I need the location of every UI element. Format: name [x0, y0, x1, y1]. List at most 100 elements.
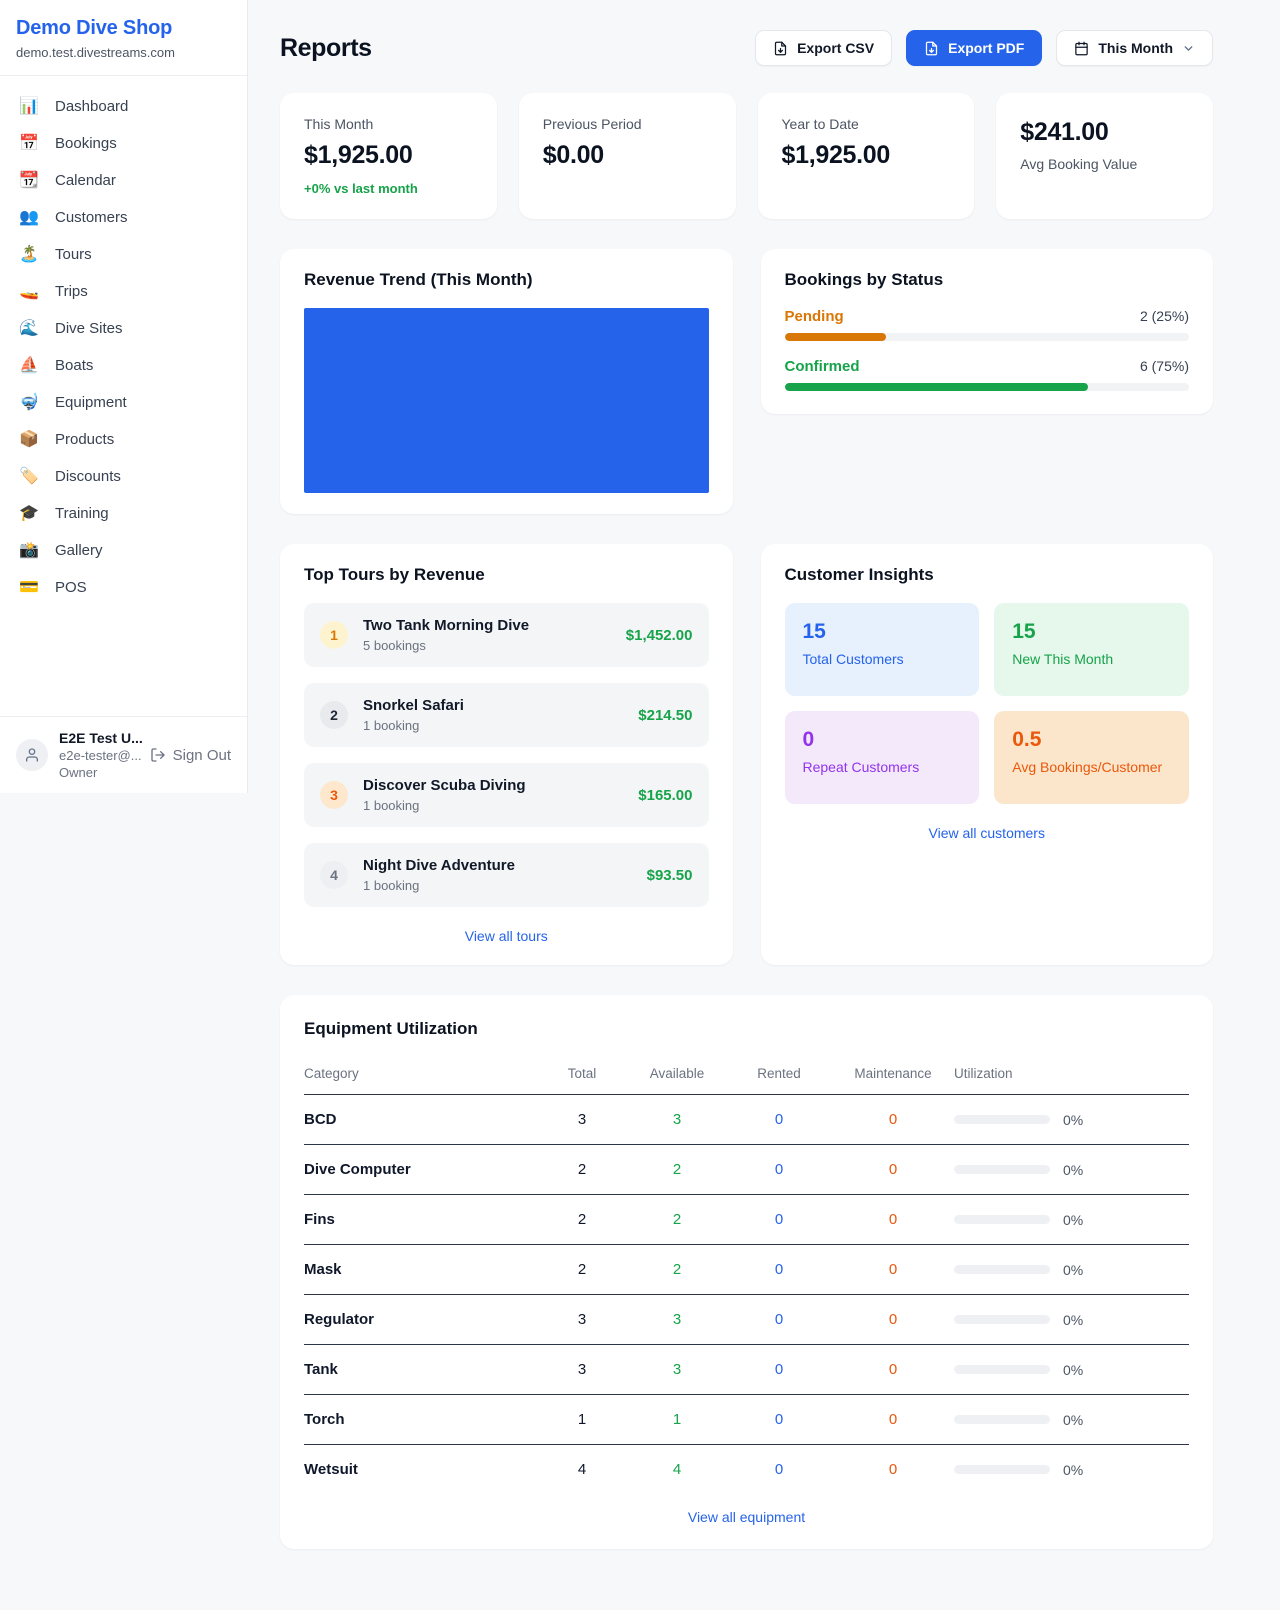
cell-category: Wetsuit	[304, 1445, 536, 1489]
cell-available: 3	[628, 1095, 726, 1145]
table-row: Mask 2 2 0 0 0%	[304, 1245, 1189, 1295]
sidebar-item-bookings[interactable]: 📅 Bookings	[0, 125, 247, 162]
utilization-cell: 0%	[954, 1262, 1189, 1278]
stat-value: $0.00	[543, 141, 712, 170]
shop-domain: demo.test.divestreams.com	[16, 45, 231, 60]
cell-rented: 0	[726, 1295, 832, 1345]
sidebar-item-label: Boats	[55, 357, 93, 374]
column-header-category: Category	[304, 1057, 536, 1095]
utilization-bar-track	[954, 1165, 1050, 1174]
rank-badge: 4	[320, 861, 348, 889]
user-info: E2E Test U... e2e-tester@... Owner	[59, 730, 139, 780]
sidebar-item-label: Tours	[55, 246, 92, 263]
utilization-percent: 0%	[1063, 1162, 1083, 1178]
tour-revenue: $93.50	[647, 867, 693, 884]
camera-icon: 📸	[18, 543, 40, 559]
sidebar-item-products[interactable]: 📦 Products	[0, 421, 247, 458]
cell-maintenance: 0	[832, 1295, 954, 1345]
cell-maintenance: 0	[832, 1145, 954, 1195]
utilization-bar-track	[954, 1215, 1050, 1224]
tile-total-customers: 15 Total Customers	[785, 603, 980, 696]
sidebar-item-label: Customers	[55, 209, 128, 226]
tile-value: 0.5	[1012, 728, 1171, 752]
view-all-equipment-link[interactable]: View all equipment	[304, 1509, 1189, 1525]
sidebar-item-dive-sites[interactable]: 🌊 Dive Sites	[0, 310, 247, 347]
column-header-rented: Rented	[726, 1057, 832, 1095]
sidebar-item-label: Discounts	[55, 468, 121, 485]
sidebar-item-trips[interactable]: 🚤 Trips	[0, 273, 247, 310]
utilization-cell: 0%	[954, 1362, 1189, 1378]
cell-available: 1	[628, 1395, 726, 1445]
stat-value: $1,925.00	[782, 141, 951, 170]
sidebar-item-gallery[interactable]: 📸 Gallery	[0, 532, 247, 569]
cell-maintenance: 0	[832, 1095, 954, 1145]
sidebar-item-discounts[interactable]: 🏷️ Discounts	[0, 458, 247, 495]
status-count: 2 (25%)	[1140, 308, 1189, 324]
shop-name: Demo Dive Shop	[16, 17, 231, 40]
rank-badge: 1	[320, 621, 348, 649]
view-all-customers-link[interactable]: View all customers	[785, 825, 1190, 841]
sign-out-button[interactable]: Sign Out	[150, 747, 231, 764]
status-bar-track	[785, 383, 1190, 391]
tour-name: Snorkel Safari	[363, 697, 623, 714]
tour-row: 4 Night Dive Adventure 1 booking $93.50	[304, 843, 709, 907]
utilization-cell: 0%	[954, 1312, 1189, 1328]
cell-rented: 0	[726, 1195, 832, 1245]
sidebar-item-tours[interactable]: 🏝️ Tours	[0, 236, 247, 273]
cell-rented: 0	[726, 1345, 832, 1395]
utilization-cell: 0%	[954, 1112, 1189, 1128]
cell-rented: 0	[726, 1095, 832, 1145]
tile-value: 15	[1012, 620, 1171, 644]
diving-mask-icon: 🤿	[18, 395, 40, 411]
status-label: Confirmed	[785, 358, 860, 375]
sidebar-item-label: Equipment	[55, 394, 127, 411]
export-csv-label: Export CSV	[797, 40, 874, 56]
file-down-icon	[924, 41, 939, 56]
stat-label: Avg Booking Value	[1020, 156, 1189, 172]
export-csv-button[interactable]: Export CSV	[755, 30, 892, 66]
status-label: Pending	[785, 308, 844, 325]
cell-total: 3	[536, 1095, 628, 1145]
main-area: Reports Export CSV Export PDF This Month	[248, 0, 1280, 1549]
user-role: Owner	[59, 765, 139, 780]
cell-maintenance: 0	[832, 1345, 954, 1395]
tour-bookings: 1 booking	[363, 798, 623, 813]
period-dropdown[interactable]: This Month	[1056, 30, 1213, 66]
stat-label: Year to Date	[782, 116, 951, 132]
sidebar-item-label: Calendar	[55, 172, 116, 189]
sidebar-item-pos[interactable]: 💳 POS	[0, 569, 247, 606]
status-count: 6 (75%)	[1140, 358, 1189, 374]
tile-label: New This Month	[1012, 651, 1171, 667]
avatar	[16, 739, 48, 771]
sidebar-item-equipment[interactable]: 🤿 Equipment	[0, 384, 247, 421]
sidebar-item-label: Bookings	[55, 135, 117, 152]
table-header-row: Category Total Available Rented Maintena…	[304, 1057, 1189, 1095]
cell-category: Mask	[304, 1245, 536, 1295]
cell-total: 2	[536, 1145, 628, 1195]
sidebar-item-training[interactable]: 🎓 Training	[0, 495, 247, 532]
view-all-tours-link[interactable]: View all tours	[304, 928, 709, 944]
rank-badge: 3	[320, 781, 348, 809]
tour-row: 1 Two Tank Morning Dive 5 bookings $1,45…	[304, 603, 709, 667]
tile-repeat-customers: 0 Repeat Customers	[785, 711, 980, 804]
status-row-pending: Pending 2 (25%)	[785, 308, 1190, 341]
status-bar-fill	[785, 333, 886, 341]
tile-value: 15	[803, 620, 962, 644]
stat-change-note: +0% vs last month	[304, 181, 473, 196]
sidebar-item-customers[interactable]: 👥 Customers	[0, 199, 247, 236]
sidebar-item-dashboard[interactable]: 📊 Dashboard	[0, 88, 247, 125]
cell-total: 1	[536, 1395, 628, 1445]
sidebar-item-calendar[interactable]: 📆 Calendar	[0, 162, 247, 199]
export-pdf-button[interactable]: Export PDF	[906, 30, 1042, 66]
cell-category: BCD	[304, 1095, 536, 1145]
export-pdf-label: Export PDF	[948, 40, 1024, 56]
cell-total: 4	[536, 1445, 628, 1489]
period-dropdown-label: This Month	[1098, 40, 1173, 56]
table-row: Torch 1 1 0 0 0%	[304, 1395, 1189, 1445]
bookings-by-status-card: Bookings by Status Pending 2 (25%) Confi…	[761, 249, 1214, 414]
utilization-bar-track	[954, 1315, 1050, 1324]
person-icon	[24, 747, 40, 763]
utilization-percent: 0%	[1063, 1312, 1083, 1328]
speedboat-icon: 🚤	[18, 284, 40, 300]
sidebar-item-boats[interactable]: ⛵ Boats	[0, 347, 247, 384]
